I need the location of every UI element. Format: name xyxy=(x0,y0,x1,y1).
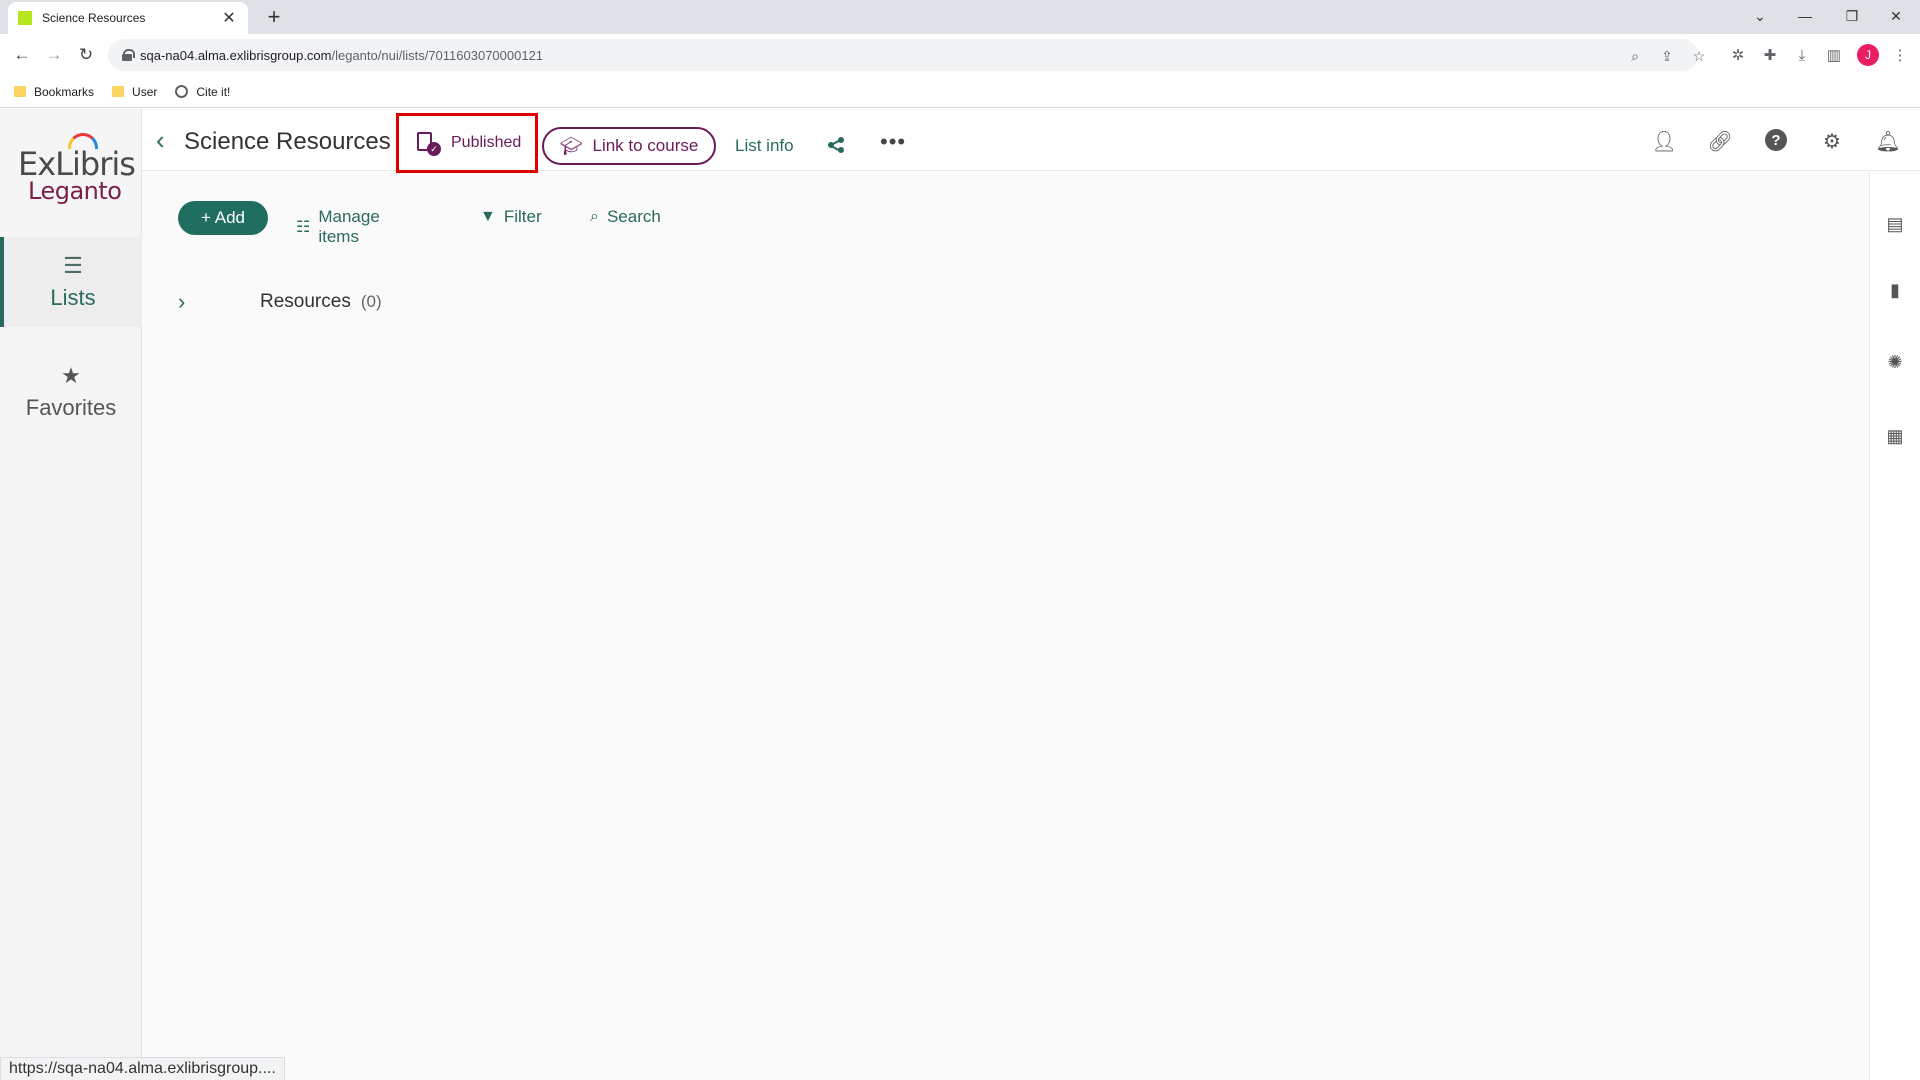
back-chevron-icon[interactable]: ‹ xyxy=(156,125,165,156)
restore-button[interactable]: ❐ xyxy=(1832,2,1872,30)
browser-tab[interactable]: Science Resources ✕ xyxy=(8,2,248,34)
published-icon: ✓ xyxy=(417,132,441,156)
bookmark-label: User xyxy=(132,84,158,99)
side-panel-icon[interactable]: ▥ xyxy=(1822,43,1846,67)
link-to-course-label: Link to course xyxy=(592,136,699,155)
search-icon: ⌕ xyxy=(590,208,599,225)
graduation-cap-icon: 🎓︎ xyxy=(559,135,583,156)
puzzle-icon[interactable]: ✚ xyxy=(1758,43,1782,67)
address-bar[interactable]: sqa-na04.alma.exlibrisgroup.com /leganto… xyxy=(108,39,1705,71)
section-count: (0) xyxy=(360,292,382,311)
bookmark-label: Bookmarks xyxy=(34,84,95,99)
tab-close-icon[interactable]: ✕ xyxy=(220,8,238,28)
ordered-list-icon: ☷ xyxy=(296,219,311,236)
forward-arrow-icon[interactable]: → xyxy=(42,43,66,67)
globe-icon xyxy=(175,85,189,98)
help-icon[interactable]: ? xyxy=(1765,129,1787,151)
right-sidebar: ▤ ▮ ✺ ▦ xyxy=(1869,173,1920,1080)
nav-item-favorites[interactable]: ★ Favorites xyxy=(0,347,142,437)
browser-tabstrip: Science Resources ✕ + ⌄ — ❐ ✕ xyxy=(0,0,1920,34)
extension-icon[interactable]: ✲ xyxy=(1726,43,1750,67)
gear-icon[interactable]: ⚙ xyxy=(1820,129,1844,153)
list-header: ‹ Science Resources ✓ Published 🎓︎ Link … xyxy=(142,109,1920,173)
minimize-button[interactable]: — xyxy=(1785,2,1825,30)
resources-section[interactable]: › Resources (0) xyxy=(178,289,382,315)
list-info-button[interactable]: List info xyxy=(735,136,794,156)
favicon-icon xyxy=(18,11,32,25)
browser-toolbar: ← → ↻ sqa-na04.alma.exlibrisgroup.com /l… xyxy=(0,34,1920,76)
link-to-course-button[interactable]: 🎓︎ Link to course xyxy=(542,127,716,165)
user-icon[interactable]: 👤︎ xyxy=(1651,129,1676,153)
reload-icon[interactable]: ↻ xyxy=(74,43,98,67)
zoom-icon[interactable]: ⌕ xyxy=(1626,47,1644,65)
share-page-icon[interactable]: ⇪ xyxy=(1658,47,1676,65)
funnel-icon: ▼ xyxy=(480,208,496,225)
logo-leganto: Leganto xyxy=(28,177,122,205)
filter-label: Filter xyxy=(503,207,542,226)
status-bar-url: https://sqa-na04.alma.exlibrisgroup.... xyxy=(0,1057,285,1080)
bookmark-label: Cite it! xyxy=(196,84,231,99)
nav-item-lists[interactable]: ☰ Lists xyxy=(0,237,142,327)
bookmark-star-icon[interactable]: ☆ xyxy=(1690,47,1708,65)
search-button[interactable]: ⌕ Search xyxy=(590,207,661,227)
bookmark-item[interactable]: User xyxy=(112,85,157,99)
filter-button[interactable]: ▼ Filter xyxy=(480,207,542,227)
bookmarks-bar: Bookmarks User Cite it! xyxy=(0,76,1920,108)
expand-chevron-icon[interactable]: › xyxy=(178,289,204,315)
published-status-button[interactable]: ✓ Published xyxy=(396,113,538,173)
download-icon[interactable]: ⤓ xyxy=(1790,43,1814,67)
lock-icon xyxy=(122,49,135,61)
share-icon[interactable] xyxy=(828,137,844,153)
add-button[interactable]: + Add xyxy=(178,201,268,235)
nav-label: Lists xyxy=(50,285,96,310)
new-tab-button[interactable]: + xyxy=(262,4,286,30)
exlibris-leganto-logo[interactable]: ExLibris Leganto xyxy=(18,133,136,205)
list-icon: ☰ xyxy=(63,253,83,278)
profile-avatar[interactable]: J xyxy=(1857,44,1879,66)
url-path: /leganto/nui/lists/7011603070000121 xyxy=(331,47,544,63)
close-window-button[interactable]: ✕ xyxy=(1876,2,1916,30)
tab-search-icon[interactable]: ⌄ xyxy=(1740,2,1780,30)
section-title: Resources xyxy=(260,291,351,312)
url-host: sqa-na04.alma.exlibrisgroup.com xyxy=(140,47,332,63)
comment-icon[interactable]: ▤ xyxy=(1884,213,1906,235)
bookmark-item[interactable]: Bookmarks xyxy=(14,85,94,99)
bell-icon[interactable]: 🔔︎ xyxy=(1875,129,1900,153)
published-label: Published xyxy=(451,134,522,151)
folder-icon xyxy=(14,86,26,97)
lightbulb-icon[interactable]: ✺ xyxy=(1884,351,1906,373)
manage-items-label: Manage items xyxy=(318,207,380,246)
nav-label: Favorites xyxy=(25,395,117,420)
browser-menu-icon[interactable]: ⋮ xyxy=(1888,43,1912,67)
manage-items-button[interactable]: ☷ Manage items xyxy=(296,207,380,247)
page-title: Science Resources xyxy=(184,128,391,155)
calendar-icon[interactable]: ▦ xyxy=(1884,425,1906,447)
link-icon[interactable]: 🔗︎ xyxy=(1707,129,1732,153)
bookmark-item[interactable]: Cite it! xyxy=(175,85,230,99)
star-icon: ★ xyxy=(61,363,81,388)
left-navigation: ExLibris Leganto ☰ Lists ★ Favorites xyxy=(0,109,142,1080)
bar-chart-icon[interactable]: ▮ xyxy=(1884,279,1906,301)
more-options-icon[interactable]: ••• xyxy=(880,129,906,155)
tab-title: Science Resources xyxy=(42,11,146,25)
leganto-app: ExLibris Leganto ☰ Lists ★ Favorites ‹ S… xyxy=(0,109,1920,1080)
folder-icon xyxy=(112,86,125,97)
back-arrow-icon[interactable]: ← xyxy=(10,43,34,67)
search-label: Search xyxy=(606,207,661,226)
